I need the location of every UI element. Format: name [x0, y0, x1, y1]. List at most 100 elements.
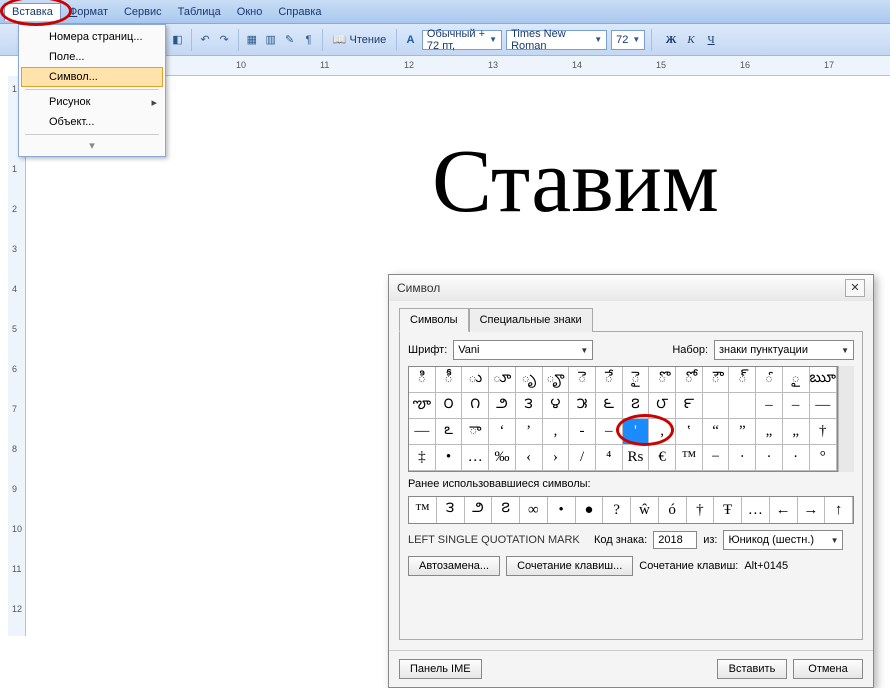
glyph-cell[interactable]: …	[462, 445, 489, 471]
table-icon[interactable]: ▦	[244, 30, 259, 50]
glyph-cell[interactable]: •	[436, 445, 463, 471]
bold-button[interactable]: Ж	[662, 31, 680, 49]
glyph-cell[interactable]: —	[810, 393, 837, 419]
glyph-cell[interactable]: ౌ	[703, 367, 730, 393]
cancel-button[interactable]: Отмена	[793, 659, 863, 679]
glyph-cell[interactable]: „	[756, 419, 783, 445]
pilcrow-icon[interactable]: ¶	[301, 30, 316, 50]
glyph-cell[interactable]: ్	[729, 367, 756, 393]
glyph-cell[interactable]: ‛	[676, 419, 703, 445]
glyph-cell[interactable]: ఽ	[436, 419, 463, 445]
glyph-cell[interactable]: €	[649, 445, 676, 471]
recent-cell[interactable]: ౩	[437, 497, 465, 523]
glyph-cell[interactable]: −	[703, 445, 730, 471]
dd-object[interactable]: Объект...	[21, 112, 163, 132]
glyph-cell[interactable]: -	[569, 419, 596, 445]
glyph-cell[interactable]: ౬	[596, 393, 623, 419]
glyph-cell[interactable]: ు	[462, 367, 489, 393]
glyph-cell[interactable]: ―	[409, 419, 436, 445]
recent-cell[interactable]: →	[798, 497, 826, 523]
tab-symbols[interactable]: Символы	[399, 308, 469, 332]
glyph-cell[interactable]: ‹	[516, 445, 543, 471]
glyph-cell[interactable]: Rs	[623, 445, 650, 471]
glyph-cell[interactable]: ౖ	[783, 367, 810, 393]
glyph-cell[interactable]: ™	[676, 445, 703, 471]
glyph-cell[interactable]: ‰	[489, 445, 516, 471]
glyph-cell[interactable]: ౫	[569, 393, 596, 419]
glyph-cell[interactable]: ’	[516, 419, 543, 445]
glyph-cell[interactable]: “	[703, 419, 730, 445]
glyph-cell[interactable]: †	[810, 419, 837, 445]
glyph-cell[interactable]: ‡	[409, 445, 436, 471]
menu-format[interactable]: Формат	[61, 3, 116, 21]
underline-button[interactable]: Ч	[702, 31, 720, 49]
recent-cell[interactable]: ™	[409, 497, 437, 523]
glyph-cell[interactable]: ౮	[649, 393, 676, 419]
redo-icon[interactable]: ↷	[217, 30, 232, 50]
glyph-cell[interactable]: ొ	[649, 367, 676, 393]
style-combo[interactable]: Обычный + 72 пт,▼	[422, 30, 502, 50]
glyph-cell[interactable]: „	[783, 419, 810, 445]
menu-window[interactable]: Окно	[229, 3, 271, 21]
glyph-cell[interactable]: ,	[649, 419, 676, 445]
glyph-cell[interactable]: ౨	[489, 393, 516, 419]
menu-insert[interactable]: Вставка	[4, 3, 61, 21]
reading-mode-button[interactable]: 📖 Чтение	[329, 33, 390, 46]
menu-help[interactable]: Справка	[270, 3, 329, 21]
recent-cell[interactable]: ?	[603, 497, 631, 523]
glyph-cell[interactable]: ౦	[436, 393, 463, 419]
glyph-cell[interactable]: °	[810, 445, 837, 471]
dd-field[interactable]: Поле...	[21, 47, 163, 67]
autocorrect-button[interactable]: Автозамена...	[408, 556, 500, 576]
glyph-cell[interactable]: ‚	[543, 419, 570, 445]
glyph-cell[interactable]: ౪	[543, 393, 570, 419]
recent-cell[interactable]: Ŧ	[714, 497, 742, 523]
glyph-cell[interactable]: ·	[756, 445, 783, 471]
dd-expand-icon[interactable]: ▾	[21, 137, 163, 154]
dd-page-numbers[interactable]: Номера страниц...	[21, 27, 163, 47]
recent-cell[interactable]: ●	[576, 497, 604, 523]
glyph-cell[interactable]: ె	[569, 367, 596, 393]
glyph-cell[interactable]: ౡ	[409, 393, 436, 419]
recent-cell[interactable]: •	[548, 497, 576, 523]
glyph-cell[interactable]: ౕ	[756, 367, 783, 393]
from-combo[interactable]: Юникод (шестн.)▼	[723, 530, 843, 550]
glyph-cell[interactable]: –	[783, 393, 810, 419]
recent-cell[interactable]: ó	[659, 497, 687, 523]
font-combo-dialog[interactable]: Vani▼	[453, 340, 593, 360]
menu-service[interactable]: Сервис	[116, 3, 170, 21]
glyph-scrollbar[interactable]	[838, 366, 854, 472]
size-combo[interactable]: 72▼	[611, 30, 645, 50]
recent-cell[interactable]: ŵ	[631, 497, 659, 523]
glyph-cell[interactable]: ·	[783, 445, 810, 471]
font-combo[interactable]: Times New Roman▼	[506, 30, 607, 50]
font-color-icon[interactable]: A	[403, 30, 418, 50]
glyph-cell[interactable]: ⁴	[596, 445, 623, 471]
dd-symbol[interactable]: Символ...	[21, 67, 163, 87]
close-icon[interactable]: ✕	[845, 279, 865, 297]
glyph-cell[interactable]: ౯	[676, 393, 703, 419]
recent-cell[interactable]: ←	[770, 497, 798, 523]
recent-cell[interactable]: †	[687, 497, 715, 523]
glyph-cell[interactable]: ‒	[756, 393, 783, 419]
glyph-cell[interactable]: ౄ	[543, 367, 570, 393]
glyph-cell[interactable]: '	[623, 419, 650, 445]
glyph-cell[interactable]: ృ	[516, 367, 543, 393]
recent-cell[interactable]: ↑	[825, 497, 853, 523]
toolbar-icon[interactable]: ◧	[170, 30, 185, 50]
glyph-cell[interactable]: ‍	[729, 393, 756, 419]
glyph-cell[interactable]: ూ	[489, 367, 516, 393]
glyph-cell[interactable]: –	[596, 419, 623, 445]
undo-icon[interactable]: ↶	[198, 30, 213, 50]
drawing-icon[interactable]: ✎	[282, 30, 297, 50]
glyph-cell[interactable]: ా	[462, 419, 489, 445]
recent-cell[interactable]: ∞	[520, 497, 548, 523]
recent-cell[interactable]: …	[742, 497, 770, 523]
dialog-titlebar[interactable]: Символ ✕	[389, 275, 873, 301]
glyph-cell[interactable]: ‘	[489, 419, 516, 445]
glyph-cell[interactable]: ›	[543, 445, 570, 471]
glyph-cell[interactable]: ∙	[729, 445, 756, 471]
glyph-cell[interactable]: ‌	[703, 393, 730, 419]
ime-panel-button[interactable]: Панель IME	[399, 659, 482, 679]
shortcut-button[interactable]: Сочетание клавиш...	[506, 556, 633, 576]
